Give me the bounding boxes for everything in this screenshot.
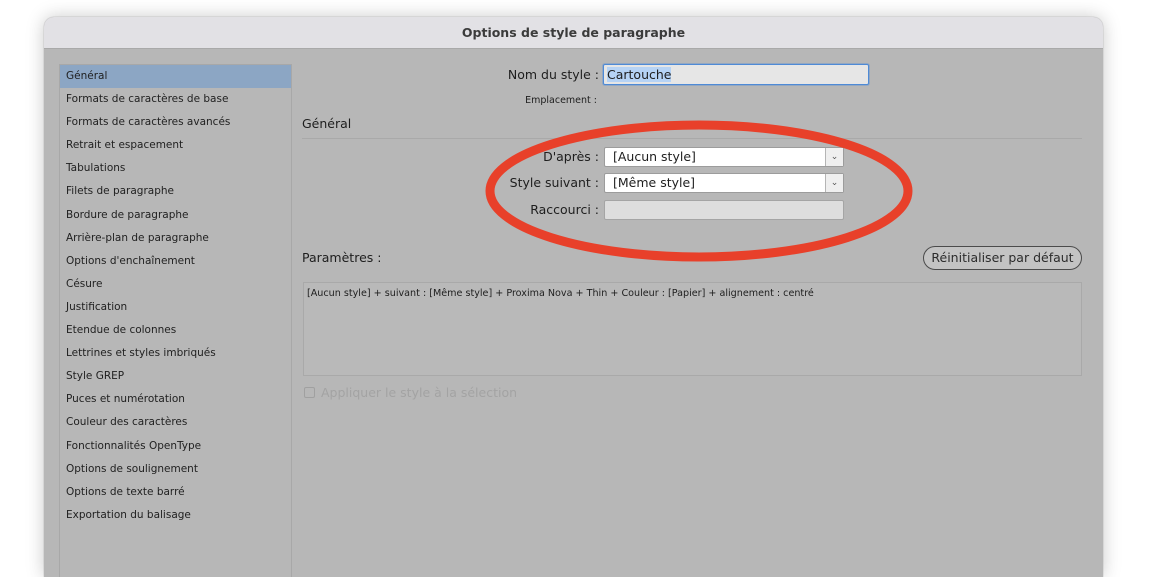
sidebar-item[interactable]: Bordure de paragraphe [60,204,291,227]
sidebar-item[interactable]: Lettrines et styles imbriqués [60,342,291,365]
shortcut-input[interactable] [604,200,844,220]
apply-to-selection-row[interactable]: Appliquer le style à la sélection [304,385,517,400]
sidebar-item[interactable]: Puces et numérotation [60,388,291,411]
chevron-down-icon[interactable]: ⌄ [825,174,843,192]
based-on-label: D'après : [543,149,599,164]
dialog-title: Options de style de paragraphe [461,25,686,40]
params-label: Paramètres : [302,250,382,265]
sidebar-item[interactable]: Arrière-plan de paragraphe [60,227,291,250]
params-summary: [Aucun style] + suivant : [Même style] +… [303,282,1082,376]
sidebar-item[interactable]: Exportation du balisage [60,504,291,527]
based-on-value: [Aucun style] [613,149,696,164]
sidebar-item[interactable]: Général [60,65,291,89]
next-style-label: Style suivant : [509,175,599,190]
next-style-value: [Même style] [613,175,696,190]
section-title: Général [302,116,352,131]
based-on-select[interactable]: [Aucun style] ⌄ [604,147,844,167]
reset-defaults-button[interactable]: Réinitialiser par défaut [923,246,1082,270]
sidebar-item[interactable]: Options d'enchaînement [60,250,291,273]
sidebar-item[interactable]: Couleur des caractères [60,411,291,434]
sidebar-item[interactable]: Retrait et espacement [60,134,291,157]
apply-to-selection-checkbox[interactable] [304,387,315,398]
sidebar-item[interactable]: Césure [60,273,291,296]
sidebar-item[interactable]: Fonctionnalités OpenType [60,435,291,458]
paragraph-style-options-dialog: Options de style de paragraphe Général Fo… [44,17,1103,577]
sidebar-item[interactable]: Filets de paragraphe [60,180,291,203]
category-list: Général Formats de caractères de base Form… [59,64,292,577]
shortcut-label: Raccourci : [530,202,599,217]
location-label: Emplacement : [525,95,597,106]
sidebar-item[interactable]: Options de texte barré [60,481,291,504]
next-style-select[interactable]: [Même style] ⌄ [604,173,844,193]
chevron-down-icon[interactable]: ⌄ [825,148,843,166]
style-name-value: Cartouche [607,67,672,82]
sidebar-item[interactable]: Tabulations [60,157,291,180]
sidebar-item[interactable]: Options de soulignement [60,458,291,481]
title-bar: Options de style de paragraphe [44,17,1103,49]
sidebar-item[interactable]: Etendue de colonnes [60,319,291,342]
style-name-input[interactable]: Cartouche [603,64,869,85]
apply-to-selection-label: Appliquer le style à la sélection [321,385,518,400]
sidebar-item[interactable]: Formats de caractères de base [60,88,291,111]
style-name-label: Nom du style : [507,67,599,82]
section-divider [302,138,1082,139]
sidebar-item[interactable]: Style GREP [60,365,291,388]
sidebar-item[interactable]: Justification [60,296,291,319]
sidebar-item[interactable]: Formats de caractères avancés [60,111,291,134]
